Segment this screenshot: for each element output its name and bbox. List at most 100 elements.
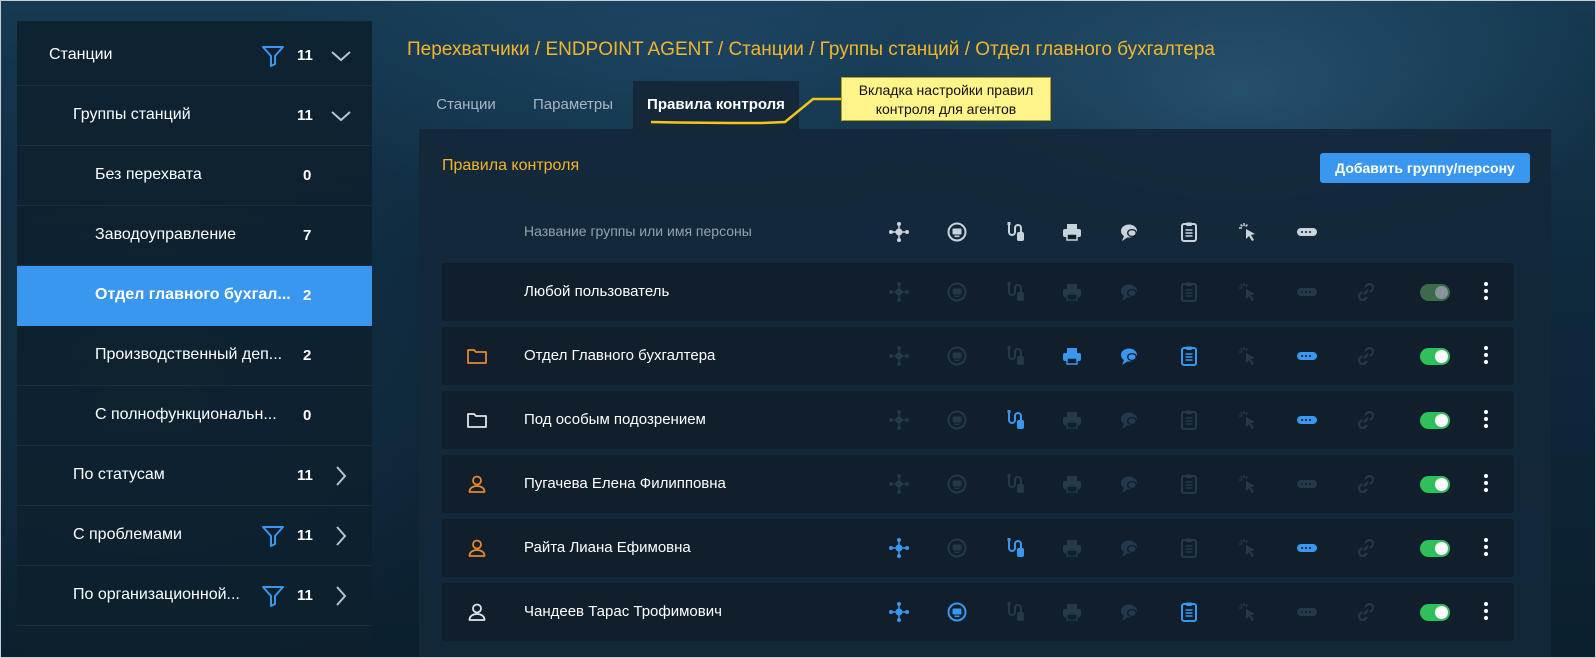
screen-icon[interactable] xyxy=(946,537,968,559)
sidebar-item[interactable]: По организационной... 11 xyxy=(17,566,372,626)
sidebar-item[interactable]: Группы станций 11 xyxy=(17,86,372,146)
rule-row-name: Под особым подозрением xyxy=(524,411,706,428)
click-icon[interactable] xyxy=(1237,281,1259,303)
usb-icon[interactable] xyxy=(1003,345,1025,367)
screen-icon[interactable] xyxy=(946,601,968,623)
usb-icon[interactable] xyxy=(1003,601,1025,623)
keylogger-icon[interactable] xyxy=(1296,281,1318,303)
chat-icon[interactable] xyxy=(1119,601,1141,623)
rule-row[interactable]: Райта Лиана Ефимовна xyxy=(442,519,1514,577)
network-icon[interactable] xyxy=(888,601,910,623)
printer-icon[interactable] xyxy=(1061,281,1083,303)
network-icon[interactable] xyxy=(888,537,910,559)
enable-toggle[interactable] xyxy=(1420,604,1450,621)
chat-icon[interactable] xyxy=(1119,473,1141,495)
rule-row[interactable]: Под особым подозрением xyxy=(442,391,1514,449)
printer-icon[interactable] xyxy=(1061,601,1083,623)
link-icon[interactable] xyxy=(1355,601,1377,623)
sidebar-item-count: 7 xyxy=(303,227,312,244)
keylogger-icon[interactable] xyxy=(1296,473,1318,495)
usb-icon[interactable] xyxy=(1003,281,1025,303)
clipboard-icon[interactable] xyxy=(1178,601,1200,623)
chat-icon[interactable] xyxy=(1119,281,1141,303)
rule-row[interactable]: Пугачева Елена Филипповна xyxy=(442,455,1514,513)
chat-icon[interactable] xyxy=(1119,345,1141,367)
usb-icon[interactable] xyxy=(1003,409,1025,431)
keylogger-icon[interactable] xyxy=(1296,601,1318,623)
printer-icon[interactable] xyxy=(1061,473,1083,495)
network-icon[interactable] xyxy=(888,345,910,367)
tab-control-rules[interactable]: Правила контроля xyxy=(633,81,799,129)
click-icon[interactable] xyxy=(1237,601,1259,623)
more-options-icon[interactable] xyxy=(1480,472,1492,496)
more-options-icon[interactable] xyxy=(1480,280,1492,304)
enable-toggle[interactable] xyxy=(1420,412,1450,429)
keylogger-icon[interactable] xyxy=(1296,409,1318,431)
screen-icon[interactable] xyxy=(946,409,968,431)
network-icon[interactable] xyxy=(888,473,910,495)
link-icon[interactable] xyxy=(1355,281,1377,303)
printer-icon[interactable] xyxy=(1061,409,1083,431)
rule-row[interactable]: Чандеев Тарас Трофимович xyxy=(442,583,1514,641)
rule-row[interactable]: Любой пользователь xyxy=(442,263,1514,321)
clipboard-icon[interactable] xyxy=(1178,409,1200,431)
chevron-down-icon[interactable] xyxy=(330,45,352,67)
tab-stations[interactable]: Станции xyxy=(419,81,513,129)
click-icon[interactable] xyxy=(1237,473,1259,495)
chevron-down-icon[interactable] xyxy=(330,105,352,127)
filter-icon[interactable] xyxy=(261,524,285,548)
click-icon[interactable] xyxy=(1237,345,1259,367)
filter-icon[interactable] xyxy=(261,44,285,68)
clipboard-icon[interactable] xyxy=(1178,281,1200,303)
sidebar-item[interactable]: Отдел главного бухгал... 2 xyxy=(17,266,372,326)
link-icon[interactable] xyxy=(1355,409,1377,431)
link-icon[interactable] xyxy=(1355,473,1377,495)
sidebar-item[interactable]: Станции 11 xyxy=(17,26,372,86)
network-icon[interactable] xyxy=(888,409,910,431)
screen-icon[interactable] xyxy=(946,281,968,303)
sidebar-item[interactable]: Производственный деп... 2 xyxy=(17,326,372,386)
chevron-right-icon[interactable] xyxy=(330,585,352,607)
sidebar-item[interactable]: С полнофункциональн... 0 xyxy=(17,386,372,446)
sidebar-item[interactable]: Заводоуправление 7 xyxy=(17,206,372,266)
printer-icon[interactable] xyxy=(1061,345,1083,367)
printer-icon[interactable] xyxy=(1061,537,1083,559)
toggle-knob xyxy=(1435,542,1448,555)
network-icon xyxy=(888,221,910,243)
usb-icon[interactable] xyxy=(1003,473,1025,495)
clipboard-icon[interactable] xyxy=(1178,537,1200,559)
enable-toggle[interactable] xyxy=(1420,284,1450,301)
enable-toggle[interactable] xyxy=(1420,348,1450,365)
more-options-icon[interactable] xyxy=(1480,600,1492,624)
sidebar-item[interactable]: С проблемами 11 xyxy=(17,506,372,566)
sidebar-item[interactable]: Без перехвата 0 xyxy=(17,146,372,206)
clipboard-icon[interactable] xyxy=(1178,345,1200,367)
link-icon[interactable] xyxy=(1355,537,1377,559)
chat-icon[interactable] xyxy=(1119,537,1141,559)
tab-parameters[interactable]: Параметры xyxy=(513,81,633,129)
click-icon[interactable] xyxy=(1237,537,1259,559)
keylogger-icon[interactable] xyxy=(1296,345,1318,367)
chat-icon[interactable] xyxy=(1119,409,1141,431)
network-icon[interactable] xyxy=(888,281,910,303)
enable-toggle[interactable] xyxy=(1420,540,1450,557)
chevron-right-icon[interactable] xyxy=(330,525,352,547)
screen-icon[interactable] xyxy=(946,473,968,495)
sidebar-item-count: 11 xyxy=(297,527,313,544)
clipboard-icon[interactable] xyxy=(1178,473,1200,495)
more-options-icon[interactable] xyxy=(1480,408,1492,432)
link-icon[interactable] xyxy=(1355,345,1377,367)
sidebar-item-label: Отдел главного бухгал... xyxy=(95,286,291,303)
chevron-right-icon[interactable] xyxy=(330,465,352,487)
click-icon[interactable] xyxy=(1237,409,1259,431)
screen-icon[interactable] xyxy=(946,345,968,367)
keylogger-icon[interactable] xyxy=(1296,537,1318,559)
more-options-icon[interactable] xyxy=(1480,344,1492,368)
enable-toggle[interactable] xyxy=(1420,476,1450,493)
more-options-icon[interactable] xyxy=(1480,536,1492,560)
sidebar-item[interactable]: По статусам 11 xyxy=(17,446,372,506)
add-group-person-button[interactable]: Добавить группу/персону xyxy=(1320,153,1530,183)
rule-row[interactable]: Отдел Главного бухгалтера xyxy=(442,327,1514,385)
filter-icon[interactable] xyxy=(261,584,285,608)
usb-icon[interactable] xyxy=(1003,537,1025,559)
